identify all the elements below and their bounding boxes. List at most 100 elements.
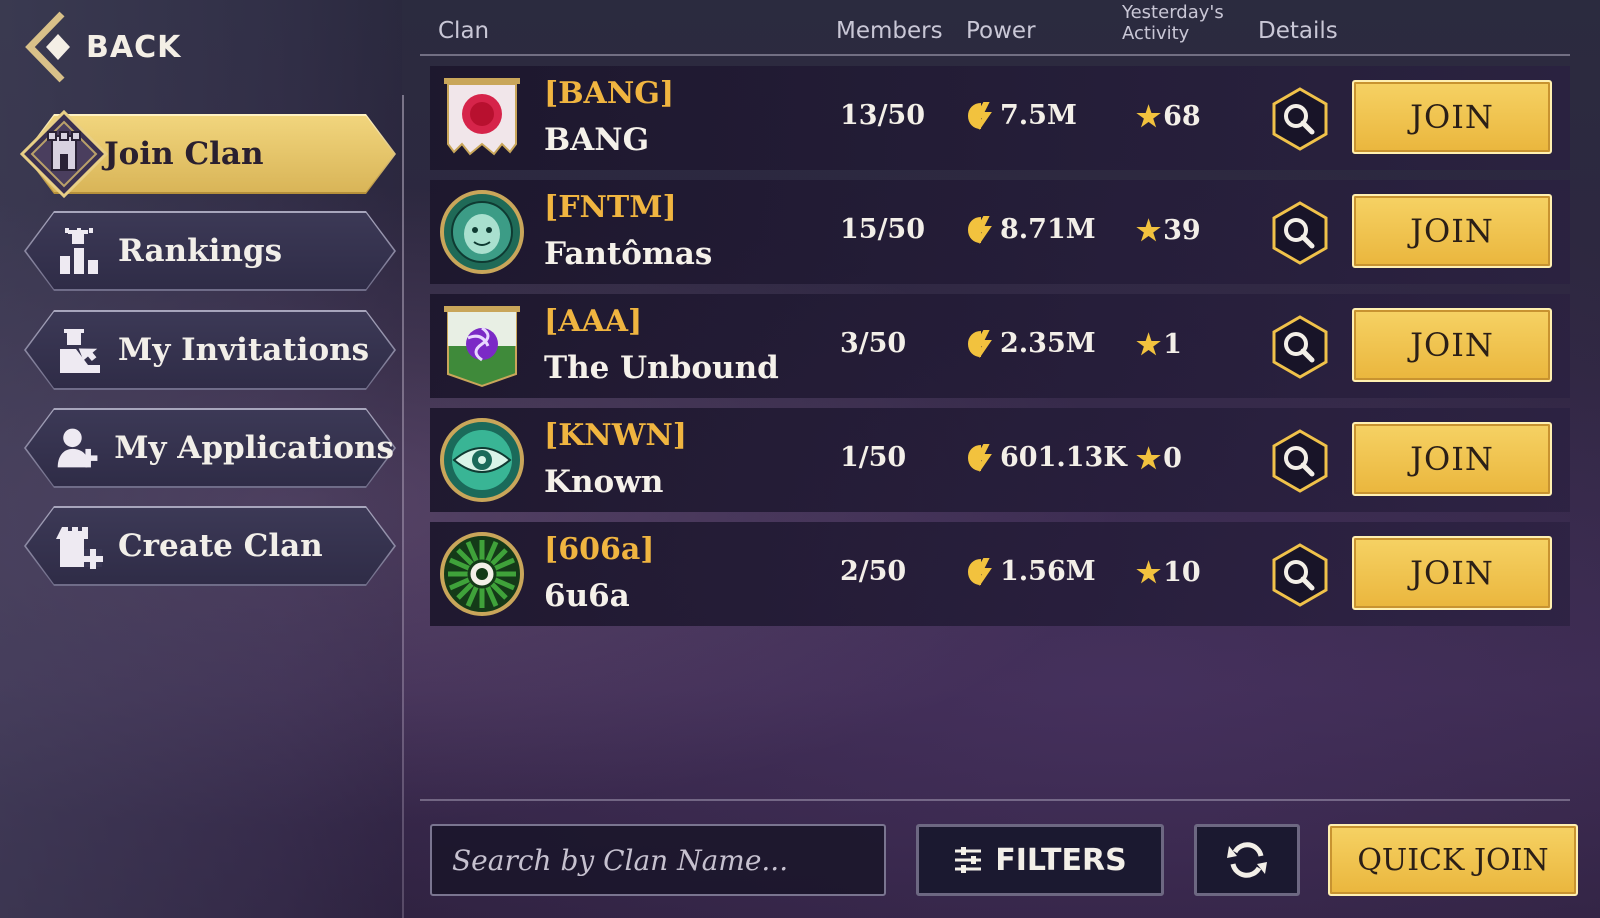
header-power: Power — [966, 18, 1036, 44]
clan-row: [606a] 6u6a 2/50 1.56M ★ 10 JOIN — [430, 522, 1570, 626]
menu-item-create-clan[interactable]: Create Clan — [16, 508, 394, 584]
clan-name: BANG — [544, 122, 650, 158]
activity-value: ★ 10 — [1136, 556, 1201, 589]
clan-tag: [BANG] — [544, 76, 675, 111]
filters-label: FILTERS — [995, 842, 1127, 878]
star-icon: ★ — [1136, 556, 1162, 589]
details-search-button[interactable] — [1268, 542, 1332, 608]
join-button[interactable]: JOIN — [1352, 194, 1552, 268]
activity-value: ★ 68 — [1136, 100, 1201, 133]
menu-item-label: My Invitations — [118, 332, 370, 368]
power-icon — [967, 215, 992, 244]
add-user-icon — [57, 428, 98, 468]
details-search-button[interactable] — [1268, 86, 1332, 152]
clan-name: 6u6a — [544, 578, 630, 614]
back-label: BACK — [86, 29, 182, 65]
header-divider — [420, 54, 1570, 56]
activity-text: 68 — [1163, 101, 1201, 132]
activity-text: 0 — [1163, 443, 1182, 474]
details-search-button[interactable] — [1268, 200, 1332, 266]
power-icon — [967, 329, 992, 358]
activity-text: 39 — [1163, 215, 1201, 246]
star-icon: ★ — [1136, 442, 1162, 475]
power-text: 8.71M — [1000, 214, 1096, 245]
clan-row: [KNWN] Known 1/50 601.13K ★ 0 JOIN — [430, 408, 1570, 512]
members-count: 2/50 — [840, 556, 907, 587]
panel-divider — [402, 95, 404, 918]
activity-text: 1 — [1163, 329, 1182, 360]
tower-shield-icon — [20, 110, 108, 198]
clan-name: Fantômas — [544, 236, 713, 272]
refresh-icon — [1227, 842, 1267, 878]
menu-item-my-invitations[interactable]: My Invitations — [16, 312, 394, 388]
red-sun-banner-icon — [444, 78, 520, 156]
join-button[interactable]: JOIN — [1352, 422, 1552, 496]
power-icon — [967, 557, 992, 586]
search-box — [430, 824, 886, 896]
power-value: 7.5M — [966, 100, 1077, 131]
clan-tag: [606a] — [544, 532, 655, 567]
power-text: 1.56M — [1000, 556, 1096, 587]
clan-search-input[interactable] — [450, 842, 884, 878]
table-header: Clan Members Power Yesterday's Activity … — [420, 0, 1580, 56]
power-value: 1.56M — [966, 556, 1096, 587]
join-button[interactable]: JOIN — [1352, 308, 1552, 382]
activity-text: 10 — [1163, 557, 1201, 588]
back-chevron-icon — [25, 11, 70, 83]
clan-row: [BANG] BANG 13/50 7.5M ★ 68 JOIN — [430, 66, 1570, 170]
menu-item-label: Create Clan — [118, 528, 323, 564]
header-activity-line1: Yesterday's — [1122, 2, 1224, 23]
header-details: Details — [1258, 18, 1338, 44]
header-clan: Clan — [438, 18, 490, 44]
members-count: 3/50 — [840, 328, 907, 359]
power-text: 601.13K — [1000, 442, 1127, 473]
menu-item-my-applications[interactable]: My Applications — [16, 410, 394, 486]
details-search-button[interactable] — [1268, 314, 1332, 380]
activity-value: ★ 0 — [1136, 442, 1182, 475]
star-icon: ★ — [1136, 328, 1162, 361]
header-activity-line2: Activity — [1122, 23, 1190, 44]
refresh-button[interactable] — [1194, 824, 1300, 896]
quick-join-button[interactable]: QUICK JOIN — [1328, 824, 1578, 896]
power-icon — [967, 443, 992, 472]
star-icon: ★ — [1136, 214, 1162, 247]
activity-value: ★ 1 — [1136, 328, 1182, 361]
power-value: 2.35M — [966, 328, 1096, 359]
clan-name: The Unbound — [544, 350, 779, 386]
clan-row: [FNTM] Fantômas 15/50 8.71M ★ 39 JOIN — [430, 180, 1570, 284]
filters-button[interactable]: FILTERS — [916, 824, 1164, 896]
menu-item-label: Rankings — [118, 233, 283, 269]
menu-item-join-clan[interactable]: Join Clan — [16, 110, 394, 198]
clan-tag: [FNTM] — [544, 190, 677, 225]
power-value: 8.71M — [966, 214, 1096, 245]
rankings-icon — [60, 228, 98, 274]
invitation-icon — [60, 329, 100, 373]
clan-tag: [KNWN] — [544, 418, 687, 453]
power-value: 601.13K — [966, 442, 1127, 473]
details-search-button[interactable] — [1268, 428, 1332, 494]
members-count: 15/50 — [840, 214, 926, 245]
members-count: 1/50 — [840, 442, 907, 473]
back-button[interactable]: BACK — [22, 10, 202, 84]
activity-value: ★ 39 — [1136, 214, 1201, 247]
purple-triskelion-banner-icon — [444, 306, 520, 388]
power-icon — [967, 101, 992, 130]
menu-item-rankings[interactable]: Rankings — [16, 213, 394, 289]
join-button[interactable]: JOIN — [1352, 80, 1552, 154]
filters-icon — [955, 847, 982, 873]
star-icon: ★ — [1136, 100, 1162, 133]
members-count: 13/50 — [840, 100, 926, 131]
create-clan-icon — [56, 527, 103, 569]
header-members: Members — [836, 18, 943, 44]
green-burst-emblem-icon — [440, 532, 524, 616]
menu-item-label: My Applications — [114, 430, 394, 466]
menu-item-label: Join Clan — [104, 136, 264, 172]
green-mask-emblem-icon — [440, 190, 524, 274]
footer-divider — [420, 799, 1570, 801]
clan-row: [AAA] The Unbound 3/50 2.35M ★ 1 JOIN — [430, 294, 1570, 398]
clan-tag: [AAA] — [544, 304, 643, 339]
join-button[interactable]: JOIN — [1352, 536, 1552, 610]
power-text: 7.5M — [1000, 100, 1077, 131]
eye-emblem-icon — [440, 418, 524, 502]
power-text: 2.35M — [1000, 328, 1096, 359]
